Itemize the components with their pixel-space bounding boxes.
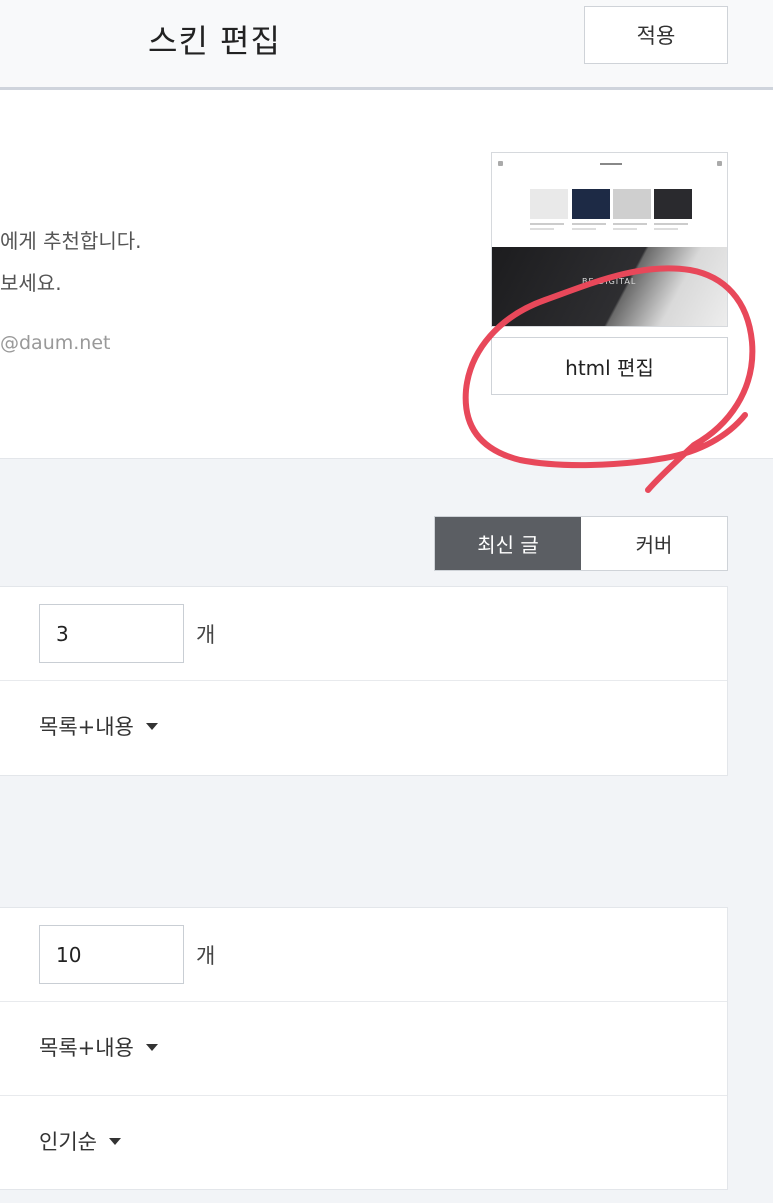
- tab-latest-posts[interactable]: 최신 글: [435, 517, 581, 570]
- html-edit-button[interactable]: html 편집: [491, 337, 728, 395]
- sort-order-value: 인기순: [39, 1130, 97, 1154]
- thumbnail-caption: [572, 223, 606, 225]
- skin-thumbnail: BE DIGITAL: [491, 152, 728, 327]
- top-bar: 스킨 편집 적용: [0, 0, 773, 90]
- thumbnail-post-image: [654, 189, 692, 219]
- display-type-value: 목록+내용: [39, 1036, 134, 1060]
- skin-info-panel: 에게 추천합니다. 보세요. @daum.net BE DIGITAL html…: [0, 90, 773, 459]
- count-unit-label: 개: [196, 623, 216, 647]
- thumbnail-caption: [572, 228, 596, 230]
- caret-down-icon: [108, 1137, 121, 1145]
- tab-cover[interactable]: 커버: [581, 517, 727, 570]
- thumbnail-caption: [530, 228, 554, 230]
- thumbnail-hero-text: BE DIGITAL: [582, 277, 637, 286]
- thumbnail-logo: [600, 163, 622, 165]
- sort-order-row: 인기순: [0, 1096, 727, 1190]
- page-title: 스킨 편집: [148, 22, 281, 60]
- apply-button[interactable]: 적용: [584, 6, 728, 64]
- sort-order-select[interactable]: 인기순: [39, 1126, 121, 1156]
- thumbnail-caption: [654, 223, 688, 225]
- thumbnail-post-image: [530, 189, 568, 219]
- settings-card-2: 개 목록+내용 인기순: [0, 907, 728, 1190]
- post-count-row: 개: [0, 908, 727, 1002]
- post-count-input[interactable]: [39, 925, 184, 984]
- tab-group: 최신 글 커버: [434, 516, 728, 571]
- thumbnail-caption: [654, 228, 678, 230]
- post-count-row: 개: [0, 587, 727, 681]
- thumbnail-post-image: [613, 189, 651, 219]
- display-type-row: 목록+내용: [0, 681, 727, 775]
- post-count-input[interactable]: [39, 604, 184, 663]
- thumbnail-caption: [530, 223, 564, 225]
- settings-card-1: 개 목록+내용: [0, 586, 728, 776]
- thumbnail-caption: [613, 228, 637, 230]
- count-unit-label: 개: [196, 944, 216, 968]
- thumbnail-hero-image: [492, 247, 727, 326]
- caret-down-icon: [145, 1043, 158, 1051]
- display-type-value: 목록+내용: [39, 715, 134, 739]
- display-type-select[interactable]: 목록+내용: [39, 711, 158, 741]
- skin-description-line-1: 에게 추천합니다.: [0, 229, 142, 253]
- thumbnail-post-image: [572, 189, 610, 219]
- caret-down-icon: [145, 722, 158, 730]
- display-type-select[interactable]: 목록+내용: [39, 1032, 158, 1062]
- menu-icon: [498, 161, 503, 166]
- skin-description-line-2: 보세요.: [0, 271, 62, 295]
- search-icon: [717, 161, 722, 166]
- thumbnail-caption: [613, 223, 647, 225]
- display-type-row: 목록+내용: [0, 1002, 727, 1096]
- author-email: @daum.net: [0, 332, 111, 354]
